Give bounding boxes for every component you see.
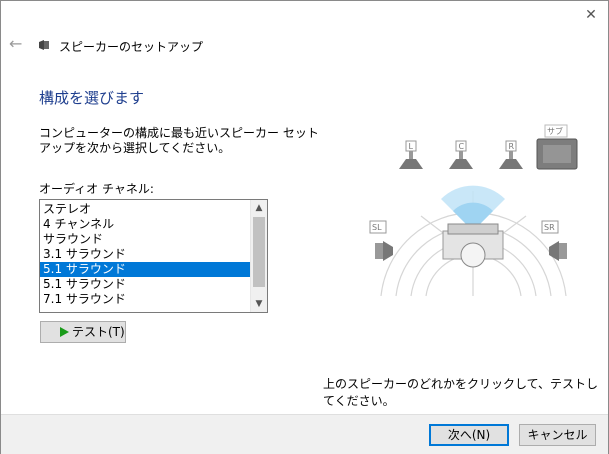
speaker-setup-window: ✕ ← スピーカーのセットアップ 構成を選びます コンピューターの構成に最も近い… (0, 0, 609, 454)
speaker-right[interactable]: R (499, 140, 523, 169)
audio-channel-label: オーディオ チャネル: (39, 182, 154, 196)
page-description: コンピューターの構成に最も近いスピーカー セットアップを次から選択してください。 (39, 126, 319, 155)
channel-list: ステレオ 4 チャンネル サラウンド 3.1 サラウンド 5.1 サラウンド 5.1 サラ… (40, 202, 250, 307)
speaker-icon (39, 40, 49, 50)
audio-channel-listbox[interactable]: ステレオ 4 チャンネル サラウンド 3.1 サラウンド 5.1 サラウンド 5.1 サラ… (39, 199, 268, 313)
close-icon[interactable]: ✕ (582, 6, 600, 24)
channel-list-item[interactable]: 7.1 サラウンド (40, 292, 250, 307)
speaker-center[interactable]: C (449, 140, 473, 169)
play-icon (60, 327, 69, 337)
back-arrow-icon[interactable]: ← (9, 36, 25, 52)
scroll-thumb[interactable] (253, 217, 265, 287)
cancel-button[interactable]: キャンセル (519, 424, 596, 446)
speaker-surround-right-label: SR (544, 223, 555, 232)
test-button-label: テスト(T) (72, 325, 125, 339)
channel-list-item[interactable]: サラウンド (40, 232, 250, 247)
speaker-diagram: L C R サブ SL SR (369, 124, 578, 297)
speaker-surround-left-label: SL (372, 223, 382, 232)
test-hint: 上のスピーカーのどれかをクリックして、テストしてください。 (323, 377, 599, 408)
test-button[interactable]: テスト(T) (40, 321, 126, 343)
channel-list-item[interactable]: ステレオ (40, 202, 250, 217)
channel-list-item[interactable]: 5.1 サラウンド (40, 262, 250, 277)
speaker-center-label: C (459, 142, 465, 151)
speaker-surround-right[interactable]: SR (541, 220, 567, 261)
speaker-left-label: L (409, 142, 414, 151)
dialog-footer: 次へ(N) キャンセル (1, 414, 608, 454)
scroll-up-icon[interactable]: ▲ (251, 200, 267, 216)
speaker-right-label: R (509, 142, 515, 151)
window-title: スピーカーのセットアップ (59, 40, 204, 54)
speaker-left[interactable]: L (399, 140, 423, 169)
listbox-scrollbar[interactable]: ▲ ▼ (250, 200, 267, 312)
channel-list-item[interactable]: 3.1 サラウンド (40, 247, 250, 262)
channel-list-item[interactable]: 5.1 サラウンド (40, 277, 250, 292)
page-heading: 構成を選びます (39, 89, 145, 107)
next-button[interactable]: 次へ(N) (429, 424, 509, 446)
scroll-down-icon[interactable]: ▼ (251, 296, 267, 312)
speaker-surround-left[interactable]: SL (369, 220, 393, 261)
speaker-subwoofer[interactable]: サブ (536, 124, 578, 170)
subwoofer-label: サブ (547, 126, 563, 136)
channel-list-item[interactable]: 4 チャンネル (40, 217, 250, 232)
